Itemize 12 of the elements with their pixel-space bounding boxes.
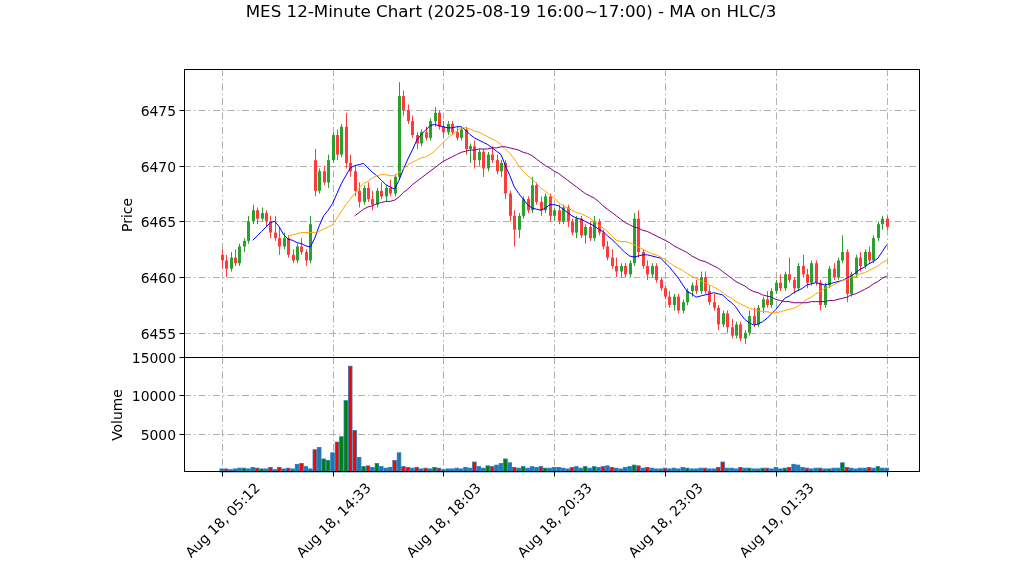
candlestick	[886, 215, 889, 231]
chart-title: MES 12-Minute Chart (2025-08-19 16:00~17:00) - MA on HLC/3	[245, 1, 777, 21]
axis-tick-label: 6460	[140, 269, 176, 286]
axis-tick-label: 10000	[131, 387, 176, 404]
axis-title: Volume	[109, 389, 125, 441]
axis-tick-label: 6475	[140, 102, 176, 119]
axis-tick-label: 6455	[140, 325, 176, 342]
axis-title: Price	[119, 198, 135, 232]
axis-tick-label: 15000	[131, 349, 176, 366]
axis-tick-label: 5000	[140, 426, 176, 443]
axis-tick-label: 6470	[140, 158, 176, 175]
axis-tick-label: 6465	[140, 213, 176, 230]
